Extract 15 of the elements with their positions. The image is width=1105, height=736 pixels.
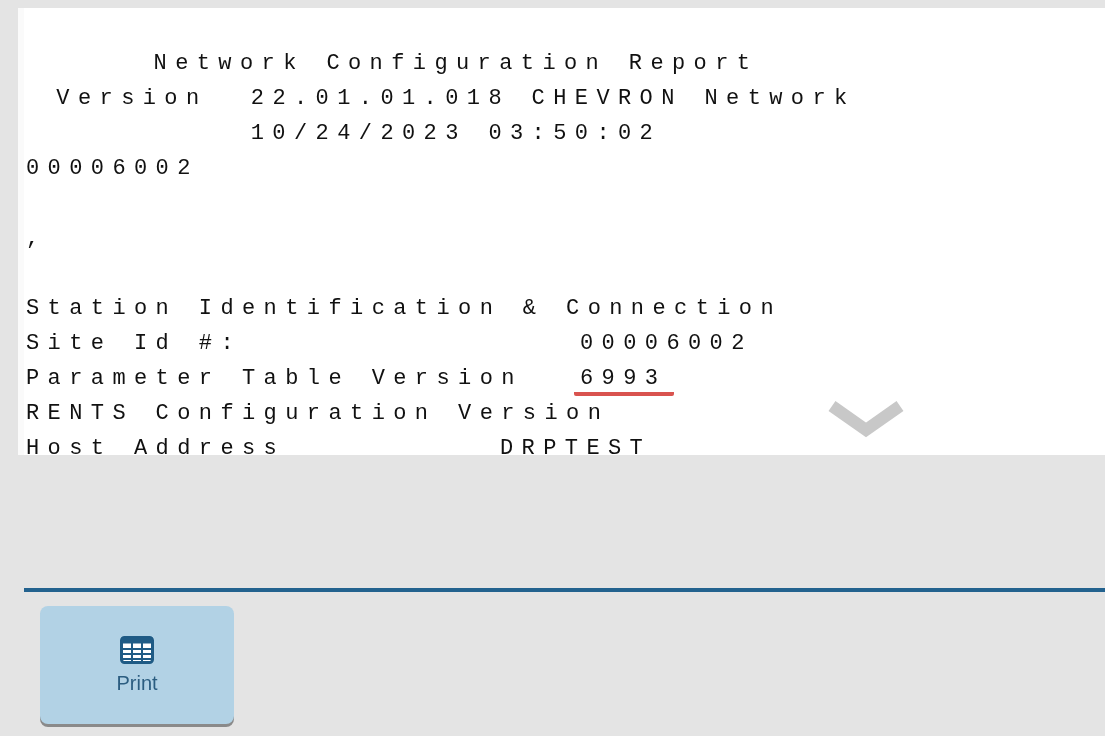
field-label: RENTS Configuration Version <box>26 400 610 428</box>
field-value: 00006002 <box>580 330 753 358</box>
field-label: Site Id #: <box>26 330 244 358</box>
print-button[interactable]: Print <box>40 606 234 724</box>
report-header-line: 10/24/2023 03:50:02 <box>250 120 662 148</box>
field-value: DRPTEST <box>500 435 652 455</box>
table-icon <box>120 635 154 664</box>
report-header-line: Network Configuration Report <box>153 50 759 78</box>
field-label: Parameter Table Version <box>26 365 524 393</box>
report-line: 00006002 <box>26 155 199 183</box>
report-line: , <box>26 225 48 253</box>
report-header-line: Version 22.01.01.018 CHEVRON Network <box>56 85 856 113</box>
field-value: 6993 <box>574 361 675 396</box>
field-label: Host Address <box>26 435 287 455</box>
section-title: Station Identification & Connection <box>26 295 784 323</box>
